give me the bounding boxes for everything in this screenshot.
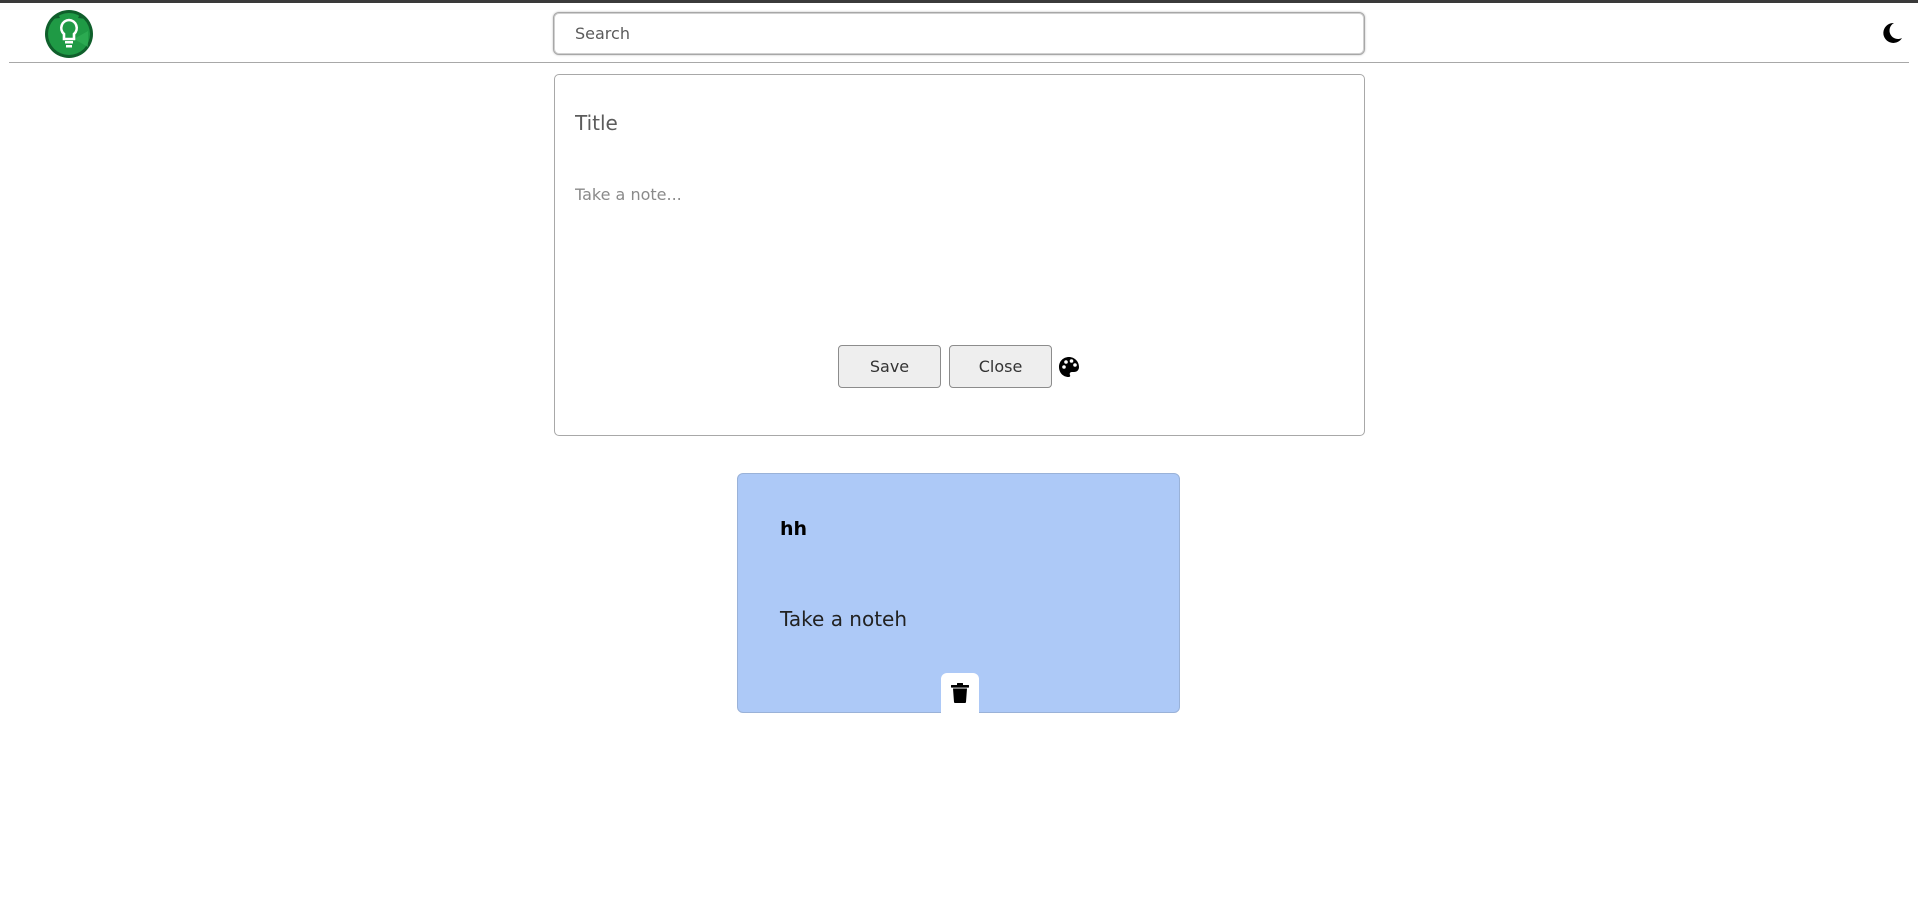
app-logo[interactable] [44,9,94,59]
note-body: Take a noteh [780,607,908,631]
save-button[interactable]: Save [838,345,941,388]
lightbulb-logo-icon [45,10,93,58]
note-card[interactable]: hh Take a noteh [737,473,1180,713]
app-header [9,3,1909,63]
note-title: hh [780,518,808,540]
theme-toggle-button[interactable] [1879,20,1905,46]
delete-note-button[interactable] [941,673,979,713]
palette-icon [1059,357,1079,377]
note-composer: Save Close [554,74,1365,436]
note-body-input[interactable] [575,185,1335,305]
color-palette-button[interactable] [1058,356,1080,378]
close-button[interactable]: Close [949,345,1052,388]
trash-icon [951,683,969,703]
moon-icon [1883,22,1902,43]
search-input[interactable] [553,12,1365,55]
note-title-input[interactable] [575,105,1335,141]
